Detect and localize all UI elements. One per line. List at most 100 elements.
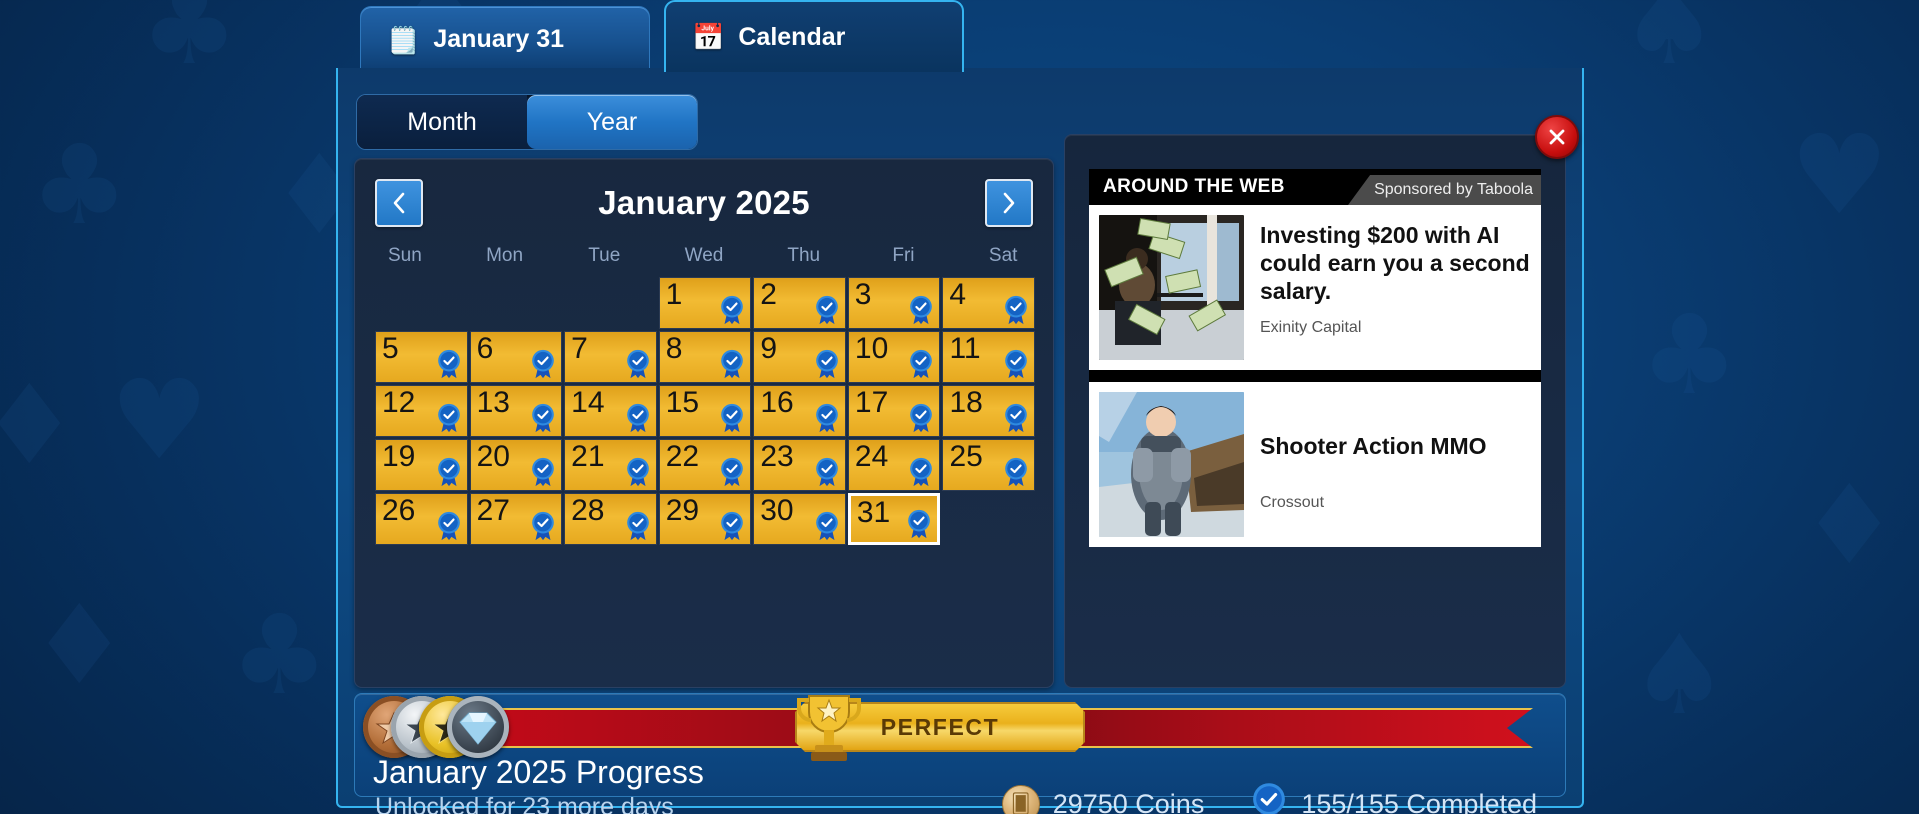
calendar-day-number: 13 <box>476 386 510 419</box>
diamond-suit-icon: ♦ <box>0 361 79 489</box>
calendar-day-cell[interactable]: 8 <box>658 331 752 383</box>
blue-award-ribbon-icon <box>626 511 649 541</box>
ad-divider <box>1089 370 1541 382</box>
calendar-day-number: 24 <box>854 440 889 473</box>
calendar-day-cell[interactable]: 7 <box>564 331 657 383</box>
ad-sponsor-label: Sponsored by Taboola <box>1348 175 1541 205</box>
calendar-day-cell[interactable]: 14 <box>564 385 657 437</box>
coins-value: 29750 Coins <box>1052 788 1205 814</box>
calendar-day-cell[interactable]: 13 <box>469 385 563 437</box>
calendar-nav: January 2025 <box>355 179 1053 239</box>
calendar-day-number: 6 <box>476 332 494 365</box>
ad-thumbnail <box>1099 215 1244 360</box>
calendar-day-number: 20 <box>476 440 510 473</box>
view-toggle-year[interactable]: Year <box>527 95 697 149</box>
calendar-day-cell[interactable]: 4 <box>942 277 1035 329</box>
ad-title: Investing $200 with AI could earn you a … <box>1260 222 1530 305</box>
calendar-week-row: 26 27 28 29 30 31 <box>375 493 1035 545</box>
calendar-day-cell[interactable]: 5 <box>375 331 468 383</box>
chevron-right-icon <box>1003 192 1015 214</box>
calendar-day-cell[interactable]: 24 <box>847 439 941 491</box>
calendar-day-cell[interactable]: 29 <box>658 493 752 545</box>
calendar-day-cell[interactable]: 17 <box>847 385 941 437</box>
tab-january-31[interactable]: 🗒️ January 31 <box>360 6 650 72</box>
next-month-button[interactable] <box>985 179 1033 227</box>
calendar-day-cell[interactable]: 30 <box>753 493 846 545</box>
calendar-day-cell[interactable]: 9 <box>753 331 846 383</box>
close-icon <box>1549 129 1565 145</box>
weekday-label: Thu <box>787 245 821 266</box>
ad-source: Crossout <box>1260 494 1325 512</box>
calendar-day-number: 12 <box>382 386 416 419</box>
calendar-day-cell[interactable]: 15 <box>658 385 752 437</box>
close-button[interactable] <box>1535 115 1579 159</box>
calendar-week-row: 1 2 3 4 <box>375 277 1035 329</box>
calendar-week-row: 12 13 14 15 16 17 18 <box>375 385 1036 437</box>
blue-award-ribbon-icon <box>532 403 554 433</box>
calendar-day-cell[interactable]: 10 <box>847 331 941 383</box>
advertisement-panel: AROUND THE WEB Sponsored by Taboola Inve… <box>1064 115 1579 688</box>
blue-award-ribbon-icon <box>437 511 460 541</box>
calendar-day-number: 16 <box>760 386 794 419</box>
calendar-day-number: 23 <box>760 440 794 473</box>
calendar-day-cell[interactable]: 27 <box>469 493 563 545</box>
calendar-empty-cell <box>564 277 657 329</box>
calendar-day-number: 31 <box>856 496 891 529</box>
calendar-day-cell[interactable]: 18 <box>942 385 1036 437</box>
tab-bar: 🗒️ January 31 📅 Calendar <box>0 0 1919 72</box>
calendar-day-cell[interactable]: 20 <box>469 439 563 491</box>
tab-calendar[interactable]: 📅 Calendar <box>664 0 964 72</box>
chevron-left-icon <box>393 192 405 214</box>
calendar-day-number: 22 <box>665 440 700 473</box>
calendar-day-cell[interactable]: 16 <box>753 385 846 437</box>
calendar-icon: 📅 <box>692 22 725 52</box>
calendar-day-number: 5 <box>382 332 399 365</box>
calendar-day-cell[interactable]: 25 <box>942 439 1036 491</box>
prev-month-button[interactable] <box>375 179 423 227</box>
calendar-day-cell[interactable]: 2 <box>753 277 846 329</box>
calendar-day-number: 10 <box>854 332 889 365</box>
calendar-day-cell[interactable]: 22 <box>658 439 752 491</box>
calendar-day-cell[interactable]: 31 <box>847 493 941 545</box>
blue-award-ribbon-icon <box>816 403 838 433</box>
blue-award-ribbon-icon <box>532 457 554 487</box>
blue-award-ribbon-icon <box>721 349 744 379</box>
blue-award-ribbon-icon <box>1005 295 1027 325</box>
club-suit-icon: ♣ <box>30 121 129 249</box>
calendar-day-cell[interactable]: 3 <box>847 277 941 329</box>
calendar-day-cell[interactable]: 1 <box>658 277 752 329</box>
calendar-day-number: 28 <box>571 494 605 527</box>
weekday-header-row: Sun Mon Tue Wed Thu Fri Sat <box>355 245 1053 267</box>
calendar-day-cell[interactable]: 11 <box>942 331 1036 383</box>
calendar-day-cell[interactable]: 26 <box>375 493 468 545</box>
calendar-empty-cell <box>942 493 1035 545</box>
calendar-day-grid: 1 2 3 4 5 6 7 8 9 10 11 12 13 14 15 16 17 18 19 20 21 22 23 24 2… <box>375 277 1036 547</box>
calendar-day-cell[interactable]: 6 <box>469 331 563 383</box>
blue-award-ribbon-icon <box>532 349 554 379</box>
ad-item[interactable]: Investing $200 with AI could earn you a … <box>1089 205 1541 370</box>
calendar-day-number: 26 <box>382 494 416 527</box>
ad-thumbnail <box>1099 392 1244 537</box>
view-toggle-month[interactable]: Month <box>357 95 527 149</box>
view-toggle[interactable]: Month Year <box>356 94 698 150</box>
calendar-day-number: 8 <box>665 332 683 365</box>
calendar-day-cell[interactable]: 12 <box>375 385 468 437</box>
calendar-day-cell[interactable]: 19 <box>375 439 468 491</box>
blue-award-ribbon-icon <box>626 403 649 433</box>
ad-header: AROUND THE WEB Sponsored by Taboola <box>1089 169 1541 205</box>
progress-title: January 2025 Progress <box>373 754 704 790</box>
calendar-week-row: 19 20 21 22 23 24 25 <box>375 439 1036 491</box>
club-suit-icon: ♣ <box>1640 291 1739 419</box>
calendar-day-cell[interactable]: 23 <box>753 439 846 491</box>
calendar-day-cell[interactable]: 21 <box>564 439 657 491</box>
ad-item[interactable]: Shooter Action MMO Crossout <box>1089 382 1541 547</box>
blue-award-ribbon-icon <box>1005 403 1027 433</box>
weekday-label: Sat <box>988 245 1018 266</box>
club-suit-icon: ♣ <box>230 591 329 719</box>
blue-award-ribbon-icon <box>1005 349 1027 379</box>
calendar-day-number: 7 <box>571 332 588 365</box>
weekday-label: Sun <box>387 245 422 266</box>
heart-suit-icon: ♥ <box>110 356 209 484</box>
calendar-day-cell[interactable]: 28 <box>564 493 657 545</box>
calendar-page-icon: 🗒️ <box>387 24 420 55</box>
